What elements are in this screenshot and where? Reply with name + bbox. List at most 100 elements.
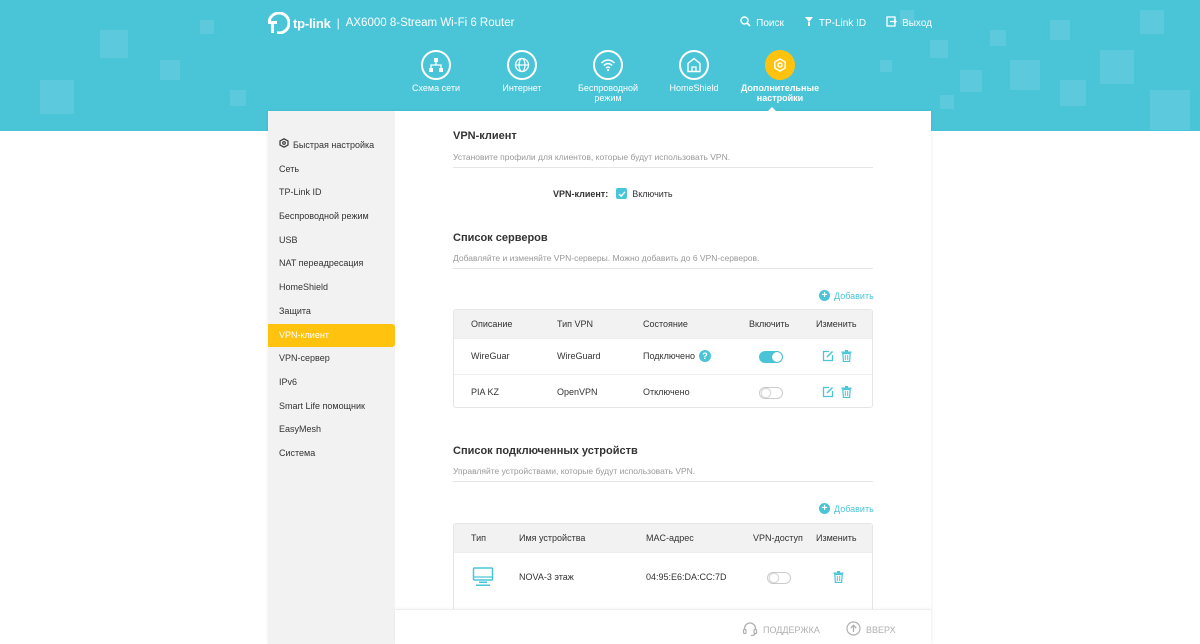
brand-name: tp-link xyxy=(293,15,331,31)
logout-label: Выход xyxy=(902,17,932,29)
server-table: Описание Тип VPN Состояние Включить Изме… xyxy=(453,309,873,408)
help-icon[interactable]: ? xyxy=(699,350,711,364)
vpn-client-title: VPN-клиент xyxy=(453,130,517,142)
sidebar-item-label: Система xyxy=(279,447,316,458)
arrow-up-icon xyxy=(846,621,861,638)
server-status: Подключено xyxy=(643,351,696,361)
server-list-description: Добавляйте и изменяйте VPN-серверы. Можн… xyxy=(453,253,760,263)
server-table-header: Описание Тип VPN Состояние Включить Изме… xyxy=(454,310,872,338)
logout-icon xyxy=(886,16,897,30)
sidebar-item-vpn-server[interactable]: VPN-сервер xyxy=(268,347,395,371)
device-vpn-access-toggle[interactable] xyxy=(767,572,791,584)
section-divider xyxy=(453,268,873,269)
footer-bar: ПОДДЕРЖКА ВВЕРХ xyxy=(395,609,931,644)
sidebar-item-label: Быстрая настройка xyxy=(293,140,375,150)
search-link[interactable]: Поиск xyxy=(740,16,784,30)
content-area: VPN-клиент Установите профили для клиент… xyxy=(395,111,931,644)
sidebar-item-label: Smart Life помощник xyxy=(279,400,365,411)
sidebar-item-label: TP-Link ID xyxy=(279,187,322,198)
trash-icon[interactable] xyxy=(841,386,852,400)
column-header: Состояние xyxy=(643,319,688,329)
support-link[interactable]: ПОДДЕРЖКА xyxy=(742,621,820,639)
sidebar-item-nat[interactable]: NAT переадресация xyxy=(268,252,395,276)
device-name: NOVA-3 этаж xyxy=(519,572,574,582)
tab-advanced[interactable]: Дополнительные настройки xyxy=(737,50,823,103)
table-row: WireGuar WireGuard Подключено ? xyxy=(454,338,872,374)
vpn-client-enable-checkbox[interactable] xyxy=(616,188,628,199)
sidebar-item-quick-setup[interactable]: Быстрая настройка xyxy=(268,134,395,158)
wifi-icon xyxy=(593,50,623,80)
tab-homeshield[interactable]: HomeShield xyxy=(651,50,737,103)
sidebar-item-label: USB xyxy=(279,234,298,245)
svg-text:?: ? xyxy=(702,351,708,361)
tplink-id-link[interactable]: TP-Link ID xyxy=(804,16,866,30)
trash-icon[interactable] xyxy=(833,571,844,585)
tplink-id-icon xyxy=(804,16,814,30)
globe-icon xyxy=(507,50,537,80)
server-enable-toggle[interactable] xyxy=(759,387,783,399)
sidebar-item-label: NAT переадресация xyxy=(279,258,364,269)
column-header: Изменить xyxy=(816,319,857,329)
sidebar-item-ipv6[interactable]: IPv6 xyxy=(268,371,395,395)
sidebar-item-label: EasyMesh xyxy=(279,424,322,435)
sidebar: Быстрая настройка Сеть TP-Link ID Беспро… xyxy=(268,111,395,644)
add-device-button[interactable]: + Добавить xyxy=(819,503,874,514)
search-icon xyxy=(740,16,751,30)
column-header: Тип xyxy=(471,533,487,543)
sidebar-item-usb[interactable]: USB xyxy=(268,229,395,253)
server-type: OpenVPN xyxy=(557,387,598,397)
sidebar-item-label: VPN-сервер xyxy=(279,353,330,364)
network-map-icon xyxy=(421,50,451,80)
tab-internet[interactable]: Интернет xyxy=(479,50,565,103)
homeshield-icon xyxy=(679,50,709,80)
server-description: PIA KZ xyxy=(471,387,500,397)
table-row: NOVA-3 этаж 04:95:E6:DA:CC:7D xyxy=(454,552,872,602)
sidebar-item-security[interactable]: Защита xyxy=(268,300,395,324)
logout-link[interactable]: Выход xyxy=(886,16,932,30)
column-header: Имя устройства xyxy=(519,533,586,543)
sidebar-item-easymesh[interactable]: EasyMesh xyxy=(268,418,395,442)
top-bar: tp-link | AX6000 8-Stream Wi-Fi 6 Router… xyxy=(0,0,1200,46)
tplink-id-label: TP-Link ID xyxy=(818,17,867,29)
computer-icon xyxy=(472,566,494,590)
back-to-top-link[interactable]: ВВЕРХ xyxy=(846,621,896,638)
trash-icon[interactable] xyxy=(841,350,852,364)
sidebar-item-homeshield[interactable]: HomeShield xyxy=(268,276,395,300)
sidebar-item-label: IPv6 xyxy=(279,376,298,387)
tab-wireless-label: Беспроводной режим xyxy=(577,83,639,103)
devices-table-header: Тип Имя устройства MAC-адрес VPN-доступ … xyxy=(454,524,872,552)
sidebar-item-smart-life[interactable]: Smart Life помощник xyxy=(268,395,395,419)
sidebar-item-label: Защита xyxy=(279,305,311,316)
sidebar-item-network[interactable]: Сеть xyxy=(268,158,395,182)
add-server-label: Добавить xyxy=(834,290,874,301)
tab-network-map[interactable]: Схема сети xyxy=(393,50,479,103)
vpn-client-enable-label: VPN-клиент: xyxy=(553,188,609,199)
column-header: MAC-адрес xyxy=(646,533,694,543)
server-type: WireGuard xyxy=(557,351,601,361)
section-divider xyxy=(453,481,873,482)
tab-network-map-label: Схема сети xyxy=(412,83,460,93)
edit-icon[interactable] xyxy=(822,350,834,364)
add-server-button[interactable]: + Добавить xyxy=(819,290,874,301)
vpn-client-description: Установите профили для клиентов, которые… xyxy=(453,152,731,162)
sidebar-item-wireless[interactable]: Беспроводной режим xyxy=(268,205,395,229)
brand-logo[interactable]: tp-link | AX6000 8-Stream Wi-Fi 6 Router xyxy=(267,11,514,35)
column-header: Включить xyxy=(749,319,790,329)
server-enable-toggle[interactable] xyxy=(759,351,783,363)
sidebar-item-vpn-client[interactable]: VPN-клиент xyxy=(268,323,395,348)
section-divider xyxy=(453,167,873,168)
devices-list-description: Управляйте устройствами, которые будут и… xyxy=(453,466,696,476)
sidebar-item-system[interactable]: Система xyxy=(268,442,395,466)
sidebar-item-label: HomeShield xyxy=(279,282,329,293)
headset-icon xyxy=(742,621,758,639)
quick-setup-icon xyxy=(279,134,289,158)
sidebar-item-tplink-id[interactable]: TP-Link ID xyxy=(268,181,395,205)
sidebar-item-label: Сеть xyxy=(279,163,300,174)
tab-internet-label: Интернет xyxy=(502,83,542,93)
tab-wireless[interactable]: Беспроводной режим xyxy=(565,50,651,103)
edit-icon[interactable] xyxy=(822,386,834,400)
devices-list-title: Список подключенных устройств xyxy=(453,445,638,457)
vpn-client-enable-row: VPN-клиент: Включить xyxy=(553,188,673,199)
search-label: Поиск xyxy=(756,17,784,29)
support-label: ПОДДЕРЖКА xyxy=(763,625,820,635)
